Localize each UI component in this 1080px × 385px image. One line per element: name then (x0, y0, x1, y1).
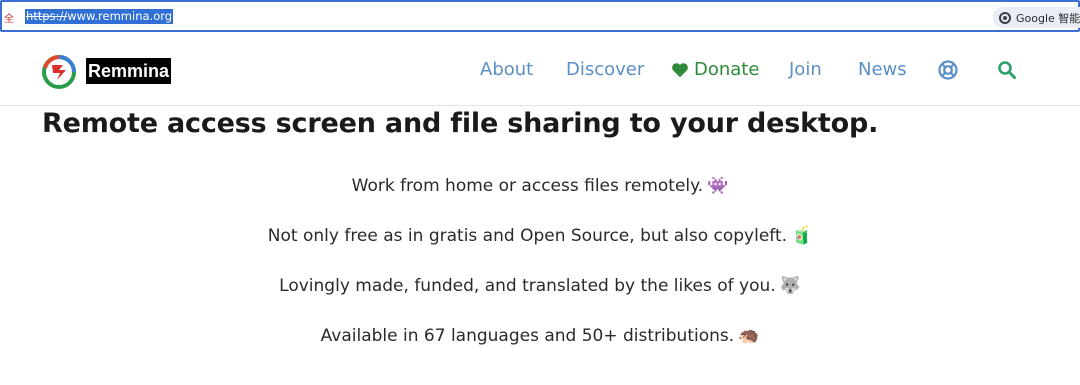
wolf-icon: 🐺 (779, 276, 801, 296)
url-text[interactable]: https://www.remmina.org (25, 9, 174, 24)
brand-name[interactable]: Remmina (86, 58, 172, 84)
tagline-line: Available in 67 languages and 50+ distri… (0, 326, 1080, 346)
remmina-logo-icon[interactable] (41, 54, 77, 90)
tagline-line: Work from home or access files remotely.… (0, 176, 1080, 196)
lifebuoy-icon[interactable] (938, 60, 958, 80)
tagline-text: Not only free as in gratis and Open Sour… (267, 226, 788, 246)
url-scheme: https:// (26, 9, 68, 23)
tagline-text: Work from home or access files remotely. (351, 176, 704, 196)
url-host: www.remmina.org (67, 9, 173, 23)
tagline-line: Lovingly made, funded, and translated by… (0, 276, 1080, 296)
heart-icon (672, 62, 688, 77)
google-search-chip[interactable]: Google 智能搜 (993, 7, 1080, 28)
nav-discover[interactable]: Discover (566, 59, 644, 80)
nav-donate[interactable]: Donate (671, 59, 759, 80)
site-info-icon[interactable]: 全 (4, 10, 14, 25)
google-lens-icon (999, 11, 1011, 24)
tagline-line: Not only free as in gratis and Open Sour… (0, 226, 1080, 246)
juice-box-icon: 🧃 (791, 226, 813, 246)
alien-monster-icon: 👾 (707, 176, 729, 196)
page-headline: Remote access screen and file sharing to… (42, 108, 879, 139)
tagline-text: Available in 67 languages and 50+ distri… (320, 326, 735, 346)
nav-donate-label: Donate (694, 59, 760, 80)
nav-join[interactable]: Join (789, 59, 822, 80)
tagline-text: Lovingly made, funded, and translated by… (279, 276, 776, 296)
nav-news[interactable]: News (858, 59, 907, 80)
browser-address-bar[interactable]: 全 https://www.remmina.org Google 智能搜 (0, 0, 1080, 32)
site-header: Remmina About Discover Donate Join News (0, 34, 1080, 106)
nav-about[interactable]: About (480, 59, 533, 80)
hedgehog-icon: 🦔 (738, 326, 760, 346)
search-icon[interactable] (997, 60, 1017, 80)
google-chip-label: Google 智能搜 (1016, 11, 1080, 25)
